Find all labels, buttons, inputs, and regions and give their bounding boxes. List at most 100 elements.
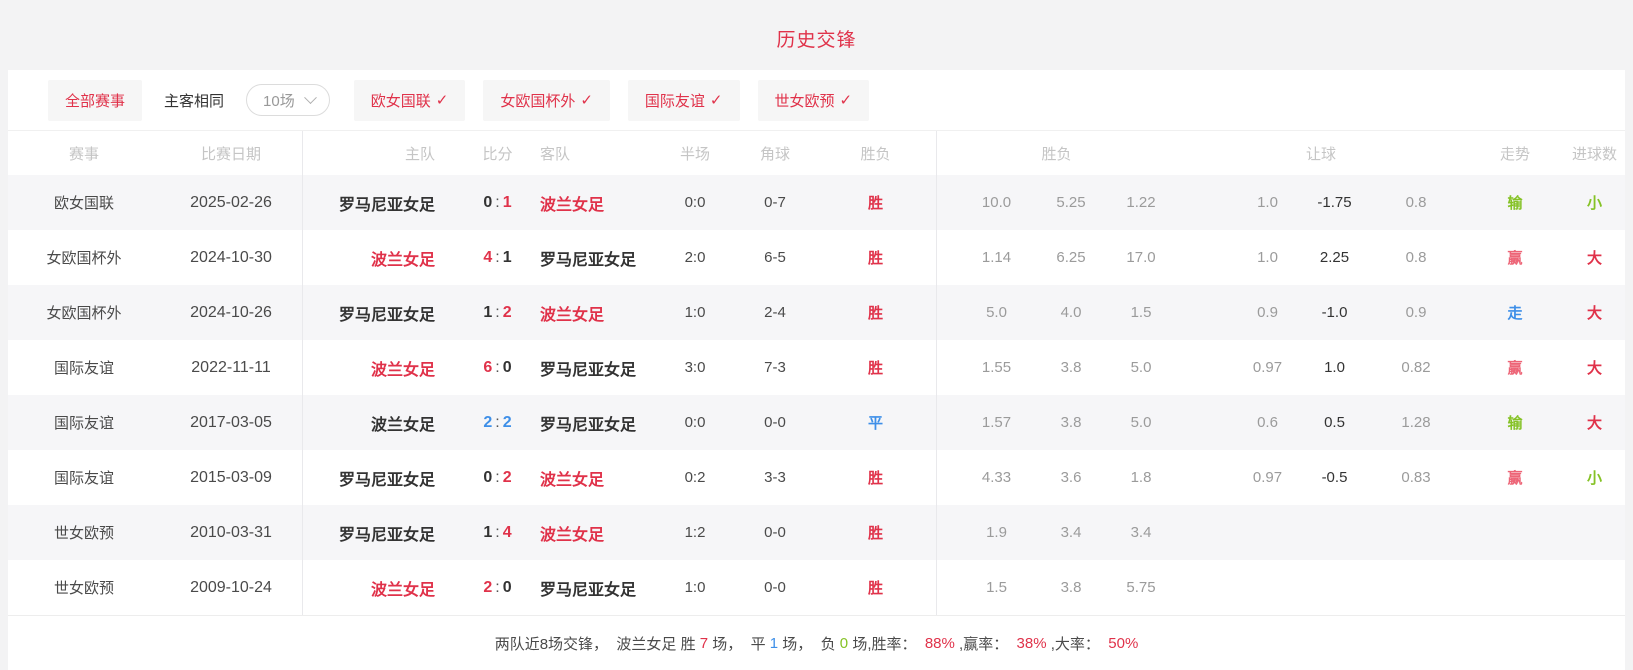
match-count-value: 10场 [263, 90, 295, 111]
half-score-cell: 2:0 [655, 230, 735, 285]
odds-win-cell: 1.5 [937, 560, 1036, 615]
away-team-cell: 罗马尼亚女足 [540, 230, 655, 285]
summary-segment: 场， [778, 633, 821, 654]
handicap-line-cell: -0.5 [1303, 450, 1366, 505]
home-team-cell: 罗马尼亚女足 [303, 175, 455, 230]
competition-chip-label: 欧女国联 [371, 90, 431, 111]
handicap-away-cell: 1.28 [1366, 395, 1466, 450]
competition-chip-3[interactable]: 世女欧预✓ [758, 80, 870, 121]
header-away-team: 客队 [540, 131, 655, 175]
odds-win-cell: 1.14 [937, 230, 1036, 285]
summary-segment: 7 [700, 635, 708, 652]
goals-cell: 大 [1564, 340, 1625, 395]
handicap-line-cell: -1.75 [1303, 175, 1366, 230]
score-cell: 2:2 [455, 395, 540, 450]
away-team-cell: 罗马尼亚女足 [540, 395, 655, 450]
home-team-cell: 波兰女足 [303, 395, 455, 450]
odds-win-cell: 5.0 [937, 285, 1036, 340]
check-icon: ✓ [436, 91, 449, 109]
handicap-away-cell: 0.8 [1366, 230, 1466, 285]
odds-lose-cell: 3.4 [1106, 505, 1176, 560]
away-team-cell: 罗马尼亚女足 [540, 560, 655, 615]
check-icon: ✓ [840, 91, 853, 109]
competition-chip-label: 国际友谊 [645, 90, 705, 111]
home-goals: 2 [483, 579, 492, 597]
competition-chip-0[interactable]: 欧女国联 ✓ [354, 80, 466, 121]
trend-cell: 赢 [1466, 450, 1564, 505]
header-result: 胜负 [815, 131, 937, 175]
odds-lose-cell: 17.0 [1106, 230, 1176, 285]
header-score: 比分 [455, 131, 540, 175]
half-score-cell: 3:0 [655, 340, 735, 395]
page-title: 历史交锋 [776, 25, 856, 52]
table-row[interactable]: 女欧国杯外2024-10-30波兰女足4:1罗马尼亚女足2:06-5胜1.146… [8, 230, 1625, 285]
handicap-away-cell: 0.82 [1366, 340, 1466, 395]
home-goals: 1 [483, 524, 492, 542]
score-cell: 4:1 [455, 230, 540, 285]
header-handicap: 让球 [1176, 131, 1466, 175]
score-cell: 2:0 [455, 560, 540, 615]
header-goals: 进球数 [1564, 131, 1625, 175]
filter-home-away-same[interactable]: 主客相同 [164, 90, 224, 111]
result-cell: 胜 [815, 285, 937, 340]
date-cell: 2015-03-09 [160, 450, 303, 505]
summary-segment: 波兰女足 [616, 633, 680, 654]
odds-lose-cell: 1.5 [1106, 285, 1176, 340]
handicap-home-cell [1176, 560, 1303, 615]
odds-lose-cell: 5.0 [1106, 395, 1176, 450]
handicap-away-cell: 0.8 [1366, 175, 1466, 230]
score-separator: : [495, 414, 499, 432]
home-team-cell: 波兰女足 [303, 560, 455, 615]
competition-chip-2[interactable]: 国际友谊 ✓ [628, 80, 740, 121]
odds-draw-cell: 3.8 [1036, 340, 1106, 395]
table-row[interactable]: 世女欧预2010-03-31罗马尼亚女足1:4波兰女足1:20-0胜1.93.4… [8, 505, 1625, 560]
home-team-cell: 罗马尼亚女足 [303, 450, 455, 505]
trend-cell [1466, 560, 1564, 615]
competition-chip-1[interactable]: 女欧国杯外✓ [483, 80, 610, 121]
odds-lose-cell: 1.8 [1106, 450, 1176, 505]
match-count-dropdown[interactable]: 10场 [246, 84, 330, 116]
handicap-line-cell: 2.25 [1303, 230, 1366, 285]
check-icon: ✓ [580, 91, 593, 109]
date-cell: 2010-03-31 [160, 505, 303, 560]
odds-lose-cell: 5.75 [1106, 560, 1176, 615]
corner-cell: 0-7 [735, 175, 815, 230]
trend-cell: 赢 [1466, 230, 1564, 285]
table-row[interactable]: 欧女国联2025-02-26罗马尼亚女足0:1波兰女足0:00-7胜10.05.… [8, 175, 1625, 230]
corner-cell: 2-4 [735, 285, 815, 340]
handicap-home-cell: 1.0 [1176, 230, 1303, 285]
check-icon: ✓ [710, 91, 723, 109]
handicap-line-cell: -1.0 [1303, 285, 1366, 340]
trend-cell: 输 [1466, 395, 1564, 450]
half-score-cell: 0:2 [655, 450, 735, 505]
home-goals: 6 [483, 359, 492, 377]
league-cell: 世女欧预 [8, 505, 160, 560]
score-cell: 0:2 [455, 450, 540, 505]
away-goals: 4 [503, 524, 512, 542]
summary-segment: 38% [1017, 635, 1047, 652]
corner-cell: 0-0 [735, 560, 815, 615]
summary-segment: 50% [1108, 635, 1138, 652]
odds-lose-cell: 1.22 [1106, 175, 1176, 230]
header-home-team: 主队 [303, 131, 455, 175]
summary-segment: 负 [821, 633, 840, 654]
table-row[interactable]: 女欧国杯外2024-10-26罗马尼亚女足1:2波兰女足1:02-4胜5.04.… [8, 285, 1625, 340]
corner-cell: 6-5 [735, 230, 815, 285]
handicap-line-cell: 0.5 [1303, 395, 1366, 450]
table-row[interactable]: 国际友谊2022-11-11波兰女足6:0罗马尼亚女足3:07-3胜1.553.… [8, 340, 1625, 395]
away-team-cell: 波兰女足 [540, 505, 655, 560]
home-team-cell: 罗马尼亚女足 [303, 505, 455, 560]
filter-all-competitions-button[interactable]: 全部赛事 [48, 80, 142, 121]
table-row[interactable]: 国际友谊2017-03-05波兰女足2:2罗马尼亚女足0:00-0平1.573.… [8, 395, 1625, 450]
table-row[interactable]: 世女欧预2009-10-24波兰女足2:0罗马尼亚女足1:00-0胜1.53.8… [8, 560, 1625, 615]
handicap-home-cell: 1.0 [1176, 175, 1303, 230]
trend-cell: 赢 [1466, 340, 1564, 395]
date-cell: 2017-03-05 [160, 395, 303, 450]
goals-cell: 小 [1564, 450, 1625, 505]
home-goals: 4 [483, 249, 492, 267]
handicap-line-cell [1303, 505, 1366, 560]
table-row[interactable]: 国际友谊2015-03-09罗马尼亚女足0:2波兰女足0:23-3胜4.333.… [8, 450, 1625, 505]
date-cell: 2024-10-26 [160, 285, 303, 340]
summary-segment: 场， [708, 633, 751, 654]
away-team-cell: 波兰女足 [540, 450, 655, 505]
